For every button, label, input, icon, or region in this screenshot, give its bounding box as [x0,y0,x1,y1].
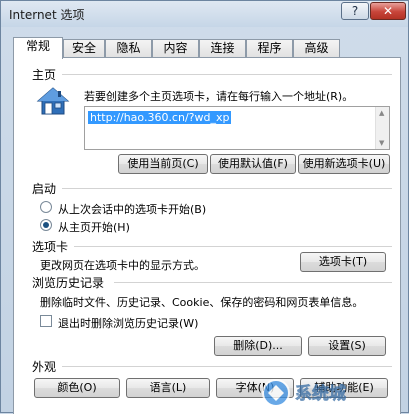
tab-connections[interactable]: 连接 [199,39,246,58]
tab-programs[interactable]: 程序 [246,39,293,58]
use-current-button[interactable]: 使用当前页(C) [118,154,208,174]
tabs-settings-button[interactable]: 选项卡(T) [300,252,386,272]
startup-home-radio[interactable] [40,219,52,231]
tabs-description: 更改网页在选项卡中的显示方式。 [40,259,205,272]
tabs-divider [74,246,392,247]
languages-button[interactable]: 语言(L) [126,378,210,398]
startup-divider [62,188,392,189]
delete-history-button[interactable]: 删除(D)... [214,336,302,356]
startup-last-session-label[interactable]: 从上次会话中的选项卡开始(B) [58,201,206,217]
history-settings-button[interactable]: 设置(S) [308,336,386,356]
help-button[interactable]: ? [341,2,369,20]
home-page-scrollbar[interactable]: ▲ ▼ [375,107,389,149]
startup-section-label: 启动 [32,182,57,196]
delete-on-exit-label[interactable]: 退出时删除浏览历史记录(W) [58,315,198,331]
general-tab-panel: 主页 若要创建多个主页选项卡，请在每行输入一个地址(R)。 http://hao… [13,57,401,414]
delete-on-exit-checkbox[interactable] [40,315,52,327]
tab-general[interactable]: 常规 [13,37,63,59]
colors-button[interactable]: 颜色(O) [34,378,120,398]
internet-options-dialog: Internet 选项 ? ✕ 常规 安全 隐私 内容 连接 程序 高级 主页 … [0,0,409,414]
use-default-button[interactable]: 使用默认值(F) [210,154,296,174]
title-bar[interactable]: Internet 选项 ? ✕ [1,1,408,27]
startup-last-session-radio[interactable] [40,201,52,213]
home-page-url-field[interactable]: http://hao.360.cn/?wd_xp ▲ ▼ [84,106,390,150]
appearance-section-label: 外观 [32,360,57,374]
startup-home-label[interactable]: 从主页开始(H) [58,219,130,235]
tab-privacy[interactable]: 隐私 [105,39,152,58]
home-page-url-value: http://hao.360.cn/?wd_xp [88,111,232,124]
window-title: Internet 选项 [9,8,85,22]
scroll-down-arrow-icon[interactable]: ▼ [379,139,384,147]
tab-security[interactable]: 安全 [63,39,105,58]
close-button[interactable]: ✕ [370,2,406,20]
tab-advanced[interactable]: 高级 [293,39,340,58]
xitongcheng-watermark-logo: 系统城 [262,379,346,407]
svg-text:系统城: 系统城 [295,383,346,404]
home-page-description: 若要创建多个主页选项卡，请在每行输入一个地址(R)。 [84,90,354,103]
home-page-divider [62,74,392,75]
home-page-section-label: 主页 [32,68,57,82]
history-section-label: 浏览历史记录 [32,276,105,290]
use-new-tab-button[interactable]: 使用新选项卡(U) [298,154,390,174]
tab-content[interactable]: 内容 [152,39,199,58]
house-icon [36,87,70,115]
scroll-up-arrow-icon[interactable]: ▲ [379,109,384,117]
tabs-section-label: 选项卡 [32,240,69,254]
appearance-divider [62,366,392,367]
history-divider [114,282,392,283]
history-description: 删除临时文件、历史记录、Cookie、保存的密码和网页表单信息。 [40,296,364,309]
